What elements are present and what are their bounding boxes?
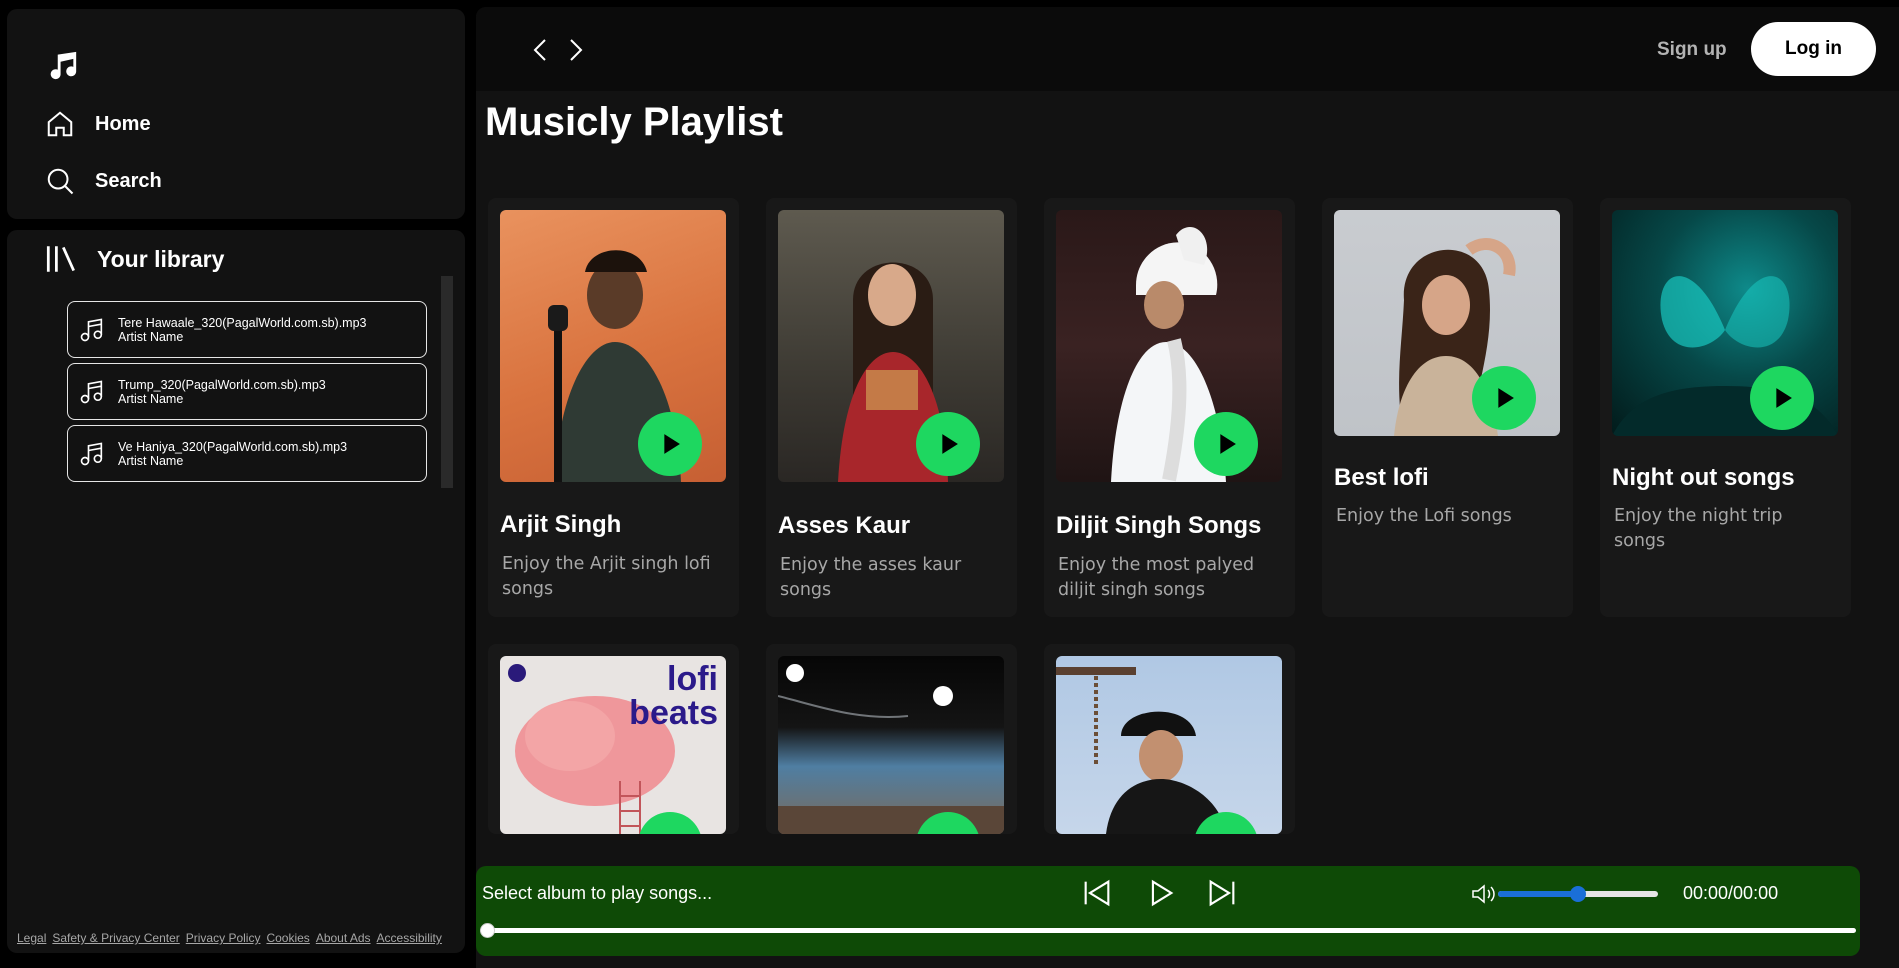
player-bar: Select album to play songs... 00:00/00:0… [476,866,1860,956]
music-note-icon [80,318,103,341]
nav-search-label: Search [95,169,162,192]
nav-home[interactable]: Home [45,109,151,139]
song-artist: Artist Name [118,453,184,468]
song-title: Tere Hawaale_320(PagalWorld.com.sb).mp3 [118,315,367,330]
home-icon [47,111,73,137]
library-song-item[interactable]: Ve Haniya_320(PagalWorld.com.sb).mp3 Art… [67,425,427,482]
music-logo-icon[interactable] [45,49,79,83]
library-scrollbar[interactable] [441,276,453,488]
play-icon [1209,827,1243,834]
card-image [778,656,1004,834]
playlist-card[interactable]: lofi beats [488,644,739,834]
play-icon [664,434,680,454]
playlist-card[interactable] [1044,644,1295,834]
playlist-card[interactable]: Night out songs Enjoy the night trip son… [1600,198,1851,617]
library-header[interactable]: Your library [43,244,224,274]
previous-track-icon[interactable] [1080,876,1114,910]
volume-slider[interactable] [1498,886,1658,902]
card-description: Enjoy the night trip songs [1614,506,1783,551]
playlist-card[interactable]: Best lofi Enjoy the Lofi songs [1322,198,1573,617]
main-content: Sign up Log in Musicly Playlist Arjit Si… [476,7,1899,968]
footer-link-safety[interactable]: Safety & Privacy Center [52,931,179,945]
volume-icon[interactable] [1471,883,1497,905]
footer-link-about-ads[interactable]: About Ads [316,931,371,945]
card-image: lofi beats [500,656,726,834]
card-description: Enjoy the asses kaur songs [780,555,962,600]
library-icon [46,246,75,272]
forward-arrow-icon[interactable] [564,37,586,63]
play-icon [1220,434,1236,454]
footer-links: Legal Safety & Privacy Center Privacy Po… [17,931,442,945]
footer-link-privacy[interactable]: Privacy Policy [186,931,261,945]
playlist-card[interactable] [766,644,1017,834]
volume-knob[interactable] [1570,886,1586,902]
card-image [1056,656,1282,834]
playlist-card[interactable]: Diljit Singh Songs Enjoy the most palyed… [1044,198,1295,617]
volume-fill [1498,891,1578,897]
nav-search[interactable]: Search [45,166,162,196]
music-note-icon [80,442,103,465]
playlist-card[interactable]: Asses Kaur Enjoy the asses kaur songs [766,198,1017,617]
play-button[interactable] [1472,366,1536,430]
top-bar: Sign up Log in [476,7,1899,91]
login-button[interactable]: Log in [1751,22,1876,76]
card-description: Enjoy the Arjit singh lofi songs [502,554,711,599]
back-arrow-icon[interactable] [530,37,552,63]
sidebar-nav: Home Search [7,9,465,219]
music-note-icon [80,380,103,403]
card-title: Arjit Singh [500,511,622,538]
time-display: 00:00/00:00 [1683,883,1779,903]
next-track-icon[interactable] [1205,876,1239,910]
card-title: Diljit Singh Songs [1056,512,1262,539]
play-icon [1776,388,1792,408]
play-button[interactable] [1194,412,1258,476]
play-button[interactable] [916,412,980,476]
page-title: Musicly Playlist [485,100,783,144]
play-button[interactable] [1750,366,1814,430]
footer-link-accessibility[interactable]: Accessibility [377,931,442,945]
play-icon [931,827,965,834]
nav-home-label: Home [95,112,151,135]
song-title: Ve Haniya_320(PagalWorld.com.sb).mp3 [118,439,348,454]
song-artist: Artist Name [118,329,184,344]
footer-link-legal[interactable]: Legal [17,931,46,945]
play-icon[interactable] [1143,876,1177,910]
play-button[interactable] [638,412,702,476]
card-title: Night out songs [1612,464,1795,491]
search-icon [47,168,74,195]
play-icon [1498,388,1514,408]
song-title: Trump_320(PagalWorld.com.sb).mp3 [118,377,326,392]
card-description: Enjoy the Lofi songs [1336,506,1512,526]
player-status: Select album to play songs... [482,883,713,903]
cover-text: lofi [667,660,718,698]
footer-link-cookies[interactable]: Cookies [266,931,309,945]
signup-button[interactable]: Sign up [1657,39,1727,61]
cover-text: beats [629,694,718,732]
seek-bar[interactable] [480,923,1856,938]
card-title: Asses Kaur [778,512,911,539]
card-description: Enjoy the most palyed diljit singh songs [1058,555,1255,600]
library-panel: Your library Tere Hawaale_320(PagalWorld… [7,230,465,953]
card-title: Best lofi [1334,464,1429,491]
song-artist: Artist Name [118,391,184,406]
playlist-card[interactable]: Arjit Singh Enjoy the Arjit singh lofi s… [488,198,739,617]
seek-knob[interactable] [480,923,495,938]
play-icon [942,434,958,454]
library-song-item[interactable]: Tere Hawaale_320(PagalWorld.com.sb).mp3 … [67,301,427,358]
library-title: Your library [97,245,225,272]
play-icon [653,827,687,834]
library-song-item[interactable]: Trump_320(PagalWorld.com.sb).mp3 Artist … [67,363,427,420]
